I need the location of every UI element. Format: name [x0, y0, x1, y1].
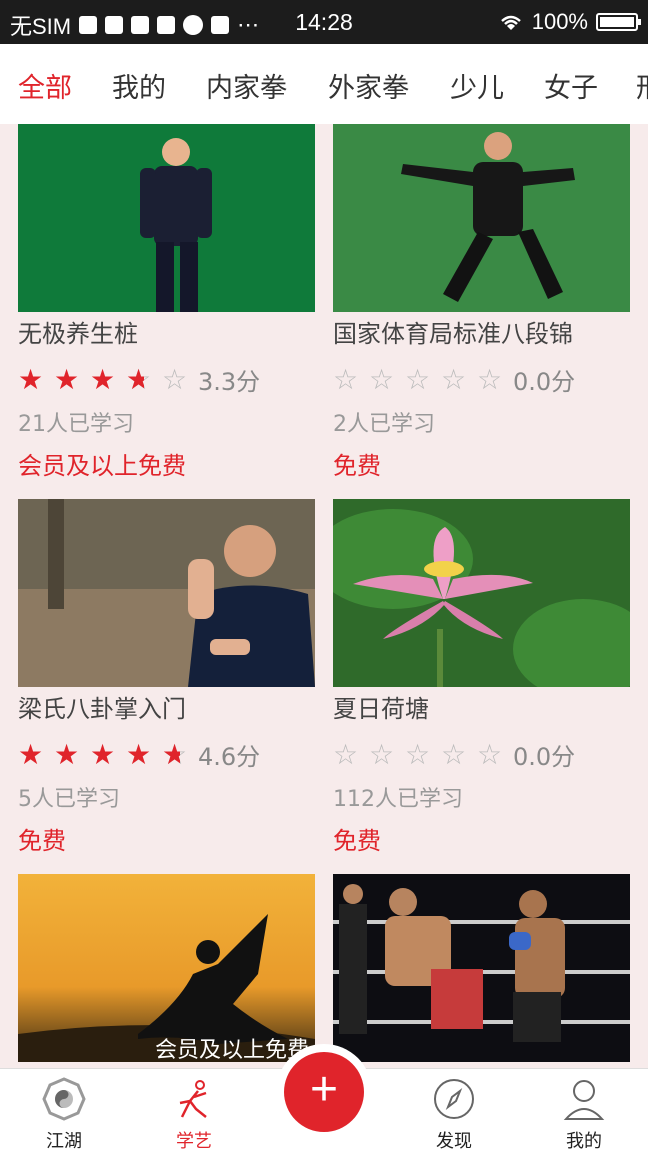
nav-discover[interactable]: 发现 — [404, 1069, 504, 1153]
tab-mine[interactable]: 我的 — [112, 66, 166, 105]
star-full-icon: ★ — [54, 362, 80, 396]
course-card[interactable] — [333, 874, 630, 1068]
learner-count: 2人已学习 — [333, 412, 435, 437]
user-icon — [563, 1080, 605, 1120]
nav-label: 江湖 — [46, 1131, 82, 1152]
tab-external-martial-arts[interactable]: 外家拳 — [328, 66, 409, 105]
course-card[interactable]: 会员及以上免费 — [18, 874, 315, 1068]
plus-icon: + — [284, 1052, 364, 1132]
star-full-icon: ★ — [126, 737, 152, 771]
star-full-icon: ★ — [18, 362, 44, 396]
tab-internal-martial-arts[interactable]: 内家拳 — [206, 66, 287, 105]
tab-children[interactable]: 少儿 — [450, 66, 504, 105]
member-free-badge: 会员及以上免费 — [154, 1038, 309, 1062]
status-right: 100% — [498, 9, 641, 35]
rating-stars: ★ ★ ★ ★ ☆ ★ 4.6分 — [18, 737, 260, 772]
wifi-icon — [500, 15, 521, 30]
price-label: 会员及以上免费 — [18, 452, 186, 480]
nav-label: 学艺 — [176, 1131, 212, 1152]
rating-score: 0.0分 — [513, 743, 576, 771]
star-full-icon: ★ — [54, 737, 80, 771]
star-half-icon: ☆ ★ — [162, 737, 188, 771]
battery-percent: 100% — [531, 9, 588, 34]
nav-me[interactable]: 我的 — [534, 1069, 634, 1153]
star-half-icon: ☆ ★ — [126, 362, 152, 396]
price-label: 免费 — [333, 452, 381, 480]
battery-icon — [596, 13, 641, 31]
course-title: 无极养生桩 — [18, 320, 138, 348]
star-empty-icon: ☆ — [405, 737, 431, 771]
star-full-icon: ★ — [18, 737, 44, 771]
nav-label: 我的 — [566, 1131, 602, 1152]
category-tabs: 全部 我的 内家拳 外家拳 少儿 女子 形 — [0, 44, 648, 124]
course-thumbnail: 会员及以上免费 — [18, 874, 315, 1062]
star-empty-icon: ☆ — [441, 737, 467, 771]
rating-stars: ☆ ☆ ☆ ☆ ☆ 0.0分 — [333, 737, 575, 772]
star-full-icon: ★ — [90, 362, 116, 396]
course-thumbnail — [333, 124, 630, 312]
compass-icon — [434, 1079, 474, 1119]
star-empty-icon: ☆ — [369, 362, 395, 396]
nav-learn[interactable]: 学艺 — [144, 1069, 244, 1153]
rating-stars: ☆ ☆ ☆ ☆ ☆ 0.0分 — [333, 362, 575, 397]
course-thumbnail — [333, 499, 630, 687]
nav-label: 发现 — [436, 1131, 472, 1152]
star-empty-icon: ☆ — [333, 737, 359, 771]
rating-score: 4.6分 — [198, 743, 261, 771]
tab-women[interactable]: 女子 — [544, 66, 598, 105]
bagua-icon — [42, 1077, 86, 1121]
learner-count: 21人已学习 — [18, 412, 134, 437]
price-label: 免费 — [333, 827, 381, 855]
star-empty-icon: ☆ — [477, 737, 503, 771]
star-full-icon: ★ — [90, 737, 116, 771]
price-label: 免费 — [18, 827, 66, 855]
learner-count: 112人已学习 — [333, 787, 463, 812]
star-empty-icon: ☆ — [477, 362, 503, 396]
course-grid: 无极养生桩 ★ ★ ★ ☆ ★ ☆ 3.3分 21人已学习 会员及以上免费 国家体… — [0, 124, 648, 1068]
course-title: 梁氏八卦掌入门 — [18, 695, 186, 723]
course-card[interactable]: 梁氏八卦掌入门 ★ ★ ★ ★ ☆ ★ 4.6分 5人已学习 免费 — [18, 499, 315, 859]
learner-count: 5人已学习 — [18, 787, 120, 812]
nav-jianghu[interactable]: 江湖 — [14, 1069, 114, 1153]
course-title: 国家体育局标准八段锦 — [333, 320, 573, 348]
add-button[interactable]: + — [276, 1044, 372, 1140]
course-card[interactable]: 无极养生桩 ★ ★ ★ ☆ ★ ☆ 3.3分 21人已学习 会员及以上免费 — [18, 124, 315, 484]
rating-score: 3.3分 — [198, 368, 261, 396]
star-empty-icon: ☆ — [333, 362, 359, 396]
rating-stars: ★ ★ ★ ☆ ★ ☆ 3.3分 — [18, 362, 260, 397]
tab-all[interactable]: 全部 — [18, 66, 72, 105]
course-thumbnail — [18, 124, 315, 312]
course-card[interactable]: 国家体育局标准八段锦 ☆ ☆ ☆ ☆ ☆ 0.0分 2人已学习 免费 — [333, 124, 630, 484]
status-bar: 无SIM ⋯ 14:28 100% — [0, 0, 648, 44]
star-empty-icon: ☆ — [162, 362, 188, 396]
martial-arts-figure-icon — [179, 1080, 207, 1118]
star-empty-icon: ☆ — [369, 737, 395, 771]
tab-form[interactable]: 形 — [636, 66, 648, 105]
course-card[interactable]: 夏日荷塘 ☆ ☆ ☆ ☆ ☆ 0.0分 112人已学习 免费 — [333, 499, 630, 859]
course-thumbnail — [333, 874, 630, 1062]
star-empty-icon: ☆ — [405, 362, 431, 396]
course-title: 夏日荷塘 — [333, 695, 429, 723]
star-empty-icon: ☆ — [441, 362, 467, 396]
course-thumbnail — [18, 499, 315, 687]
rating-score: 0.0分 — [513, 368, 576, 396]
